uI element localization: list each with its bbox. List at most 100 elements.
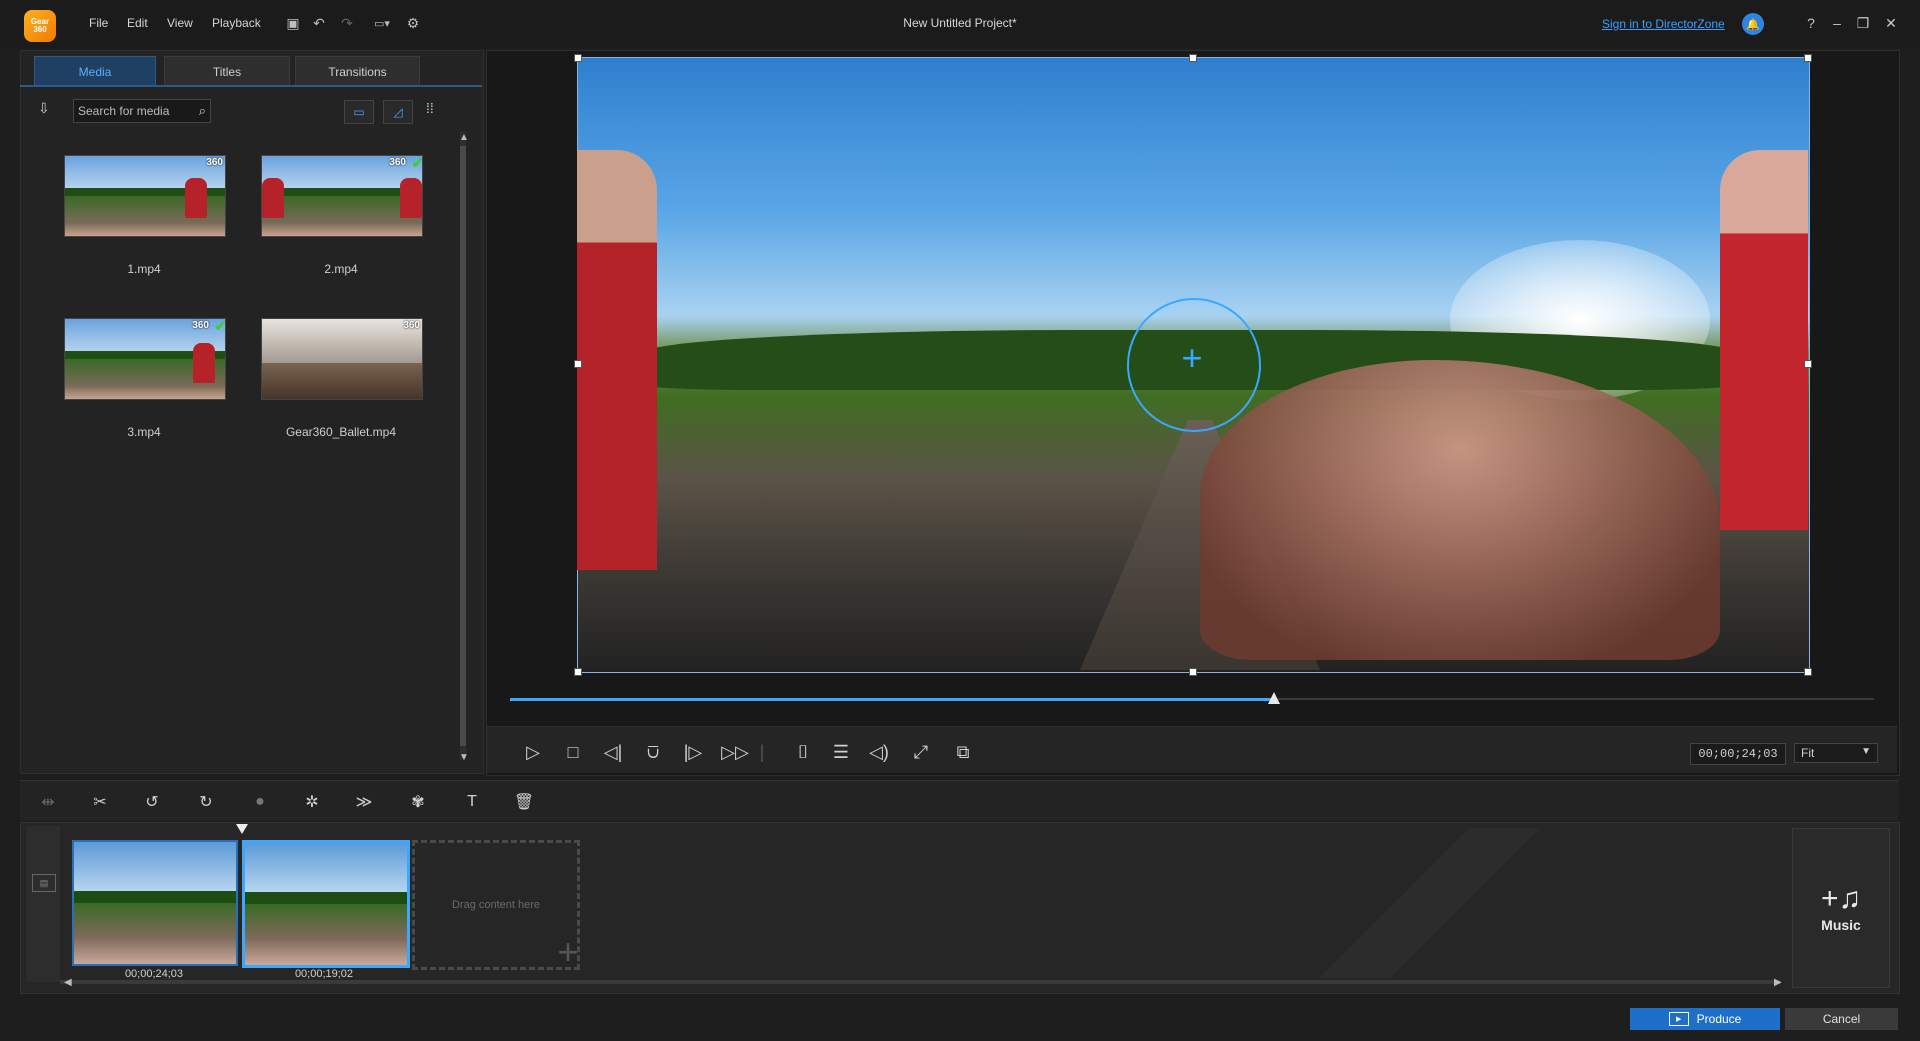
360-badge: 360 [389,157,406,168]
split-tool-icon[interactable]: ⇹ [36,790,60,814]
split-icon[interactable]: ⩂ [640,740,666,764]
resize-handle[interactable] [1804,668,1812,676]
title-icon[interactable]: T [460,790,484,814]
media-name: 2.mp4 [324,262,358,276]
color-icon[interactable]: ● [248,790,272,814]
fast-forward-icon[interactable]: ▷▷ [721,740,749,764]
tab-media[interactable]: Media [34,56,156,86]
rotate-left-icon[interactable]: ↺ [140,790,164,814]
volume-icon[interactable]: ◁) [866,740,892,764]
timecode-display[interactable]: 00;00;24;03 [1690,743,1786,765]
zoom-select[interactable]: Fit ▼ [1794,743,1878,763]
music-note-icon: +♫ [1820,882,1862,915]
seek-handle[interactable] [1268,692,1280,704]
previous-frame-icon[interactable]: ◁| [600,740,626,764]
media-name: 1.mp4 [127,262,161,276]
logo-text: Gear 360 [30,17,50,34]
play-icon[interactable]: ▷ [520,740,546,764]
scroll-left-icon[interactable]: ◀ [64,977,72,988]
chevron-down-icon: ▼ [1861,746,1871,757]
video-filter-icon[interactable]: ▭ [344,100,374,124]
effects-icon[interactable]: ✾ [406,790,430,814]
resize-handle[interactable] [1804,360,1812,368]
search-box: ⌕ [73,99,211,123]
divider: | [759,741,765,762]
scroll-right-icon[interactable]: ▶ [1774,977,1782,988]
tab-transitions[interactable]: Transitions [295,56,420,86]
produce-label: Produce [1696,1012,1742,1026]
snapshot-icon[interactable]: ⌷ [790,740,816,764]
fullscreen-icon[interactable]: ⤢ [908,740,934,764]
clip-duration: 00;00;19;02 [294,968,354,980]
grid-view-icon[interactable]: ⁞⁞ [426,100,434,116]
media-thumbnail-4[interactable]: 360 [261,318,423,400]
360-badge: 360 [206,157,223,168]
crosshair-icon: + [1181,337,1203,378]
app-logo[interactable]: Gear 360 [24,10,56,42]
tab-underline [20,85,482,87]
media-thumbnail-3[interactable]: 360 ✔ [64,318,226,400]
add-music-button[interactable]: +♫ Music [1792,828,1890,988]
minimize-icon[interactable]: – [1826,12,1848,34]
menu-file[interactable]: File [89,16,108,30]
resize-handle[interactable] [1189,668,1197,676]
search-input[interactable] [74,100,186,122]
zoom-value: Fit [1801,746,1815,760]
menu-view[interactable]: View [167,16,193,30]
image-filter-icon[interactable]: ◿ [383,100,413,124]
menu-edit[interactable]: Edit [127,16,148,30]
timeline-scrollbar[interactable] [60,980,1780,984]
timeline-clip-2[interactable] [242,840,410,968]
rotate-right-icon[interactable]: ↻ [194,790,218,814]
timeline-clip-1[interactable] [72,840,238,966]
video-track-icon[interactable]: ▤ [32,874,56,892]
sign-in-link[interactable]: Sign in to DirectorZone [1602,17,1725,31]
tab-titles[interactable]: Titles [164,56,290,86]
resize-handle[interactable] [574,54,582,62]
add-icon: + [557,931,579,972]
search-icon[interactable]: ⌕ [199,103,206,119]
playhead[interactable] [236,824,248,834]
person-right [1720,150,1808,530]
stop-icon[interactable]: □ [560,740,586,764]
produce-icon: ▶ [1668,1012,1689,1026]
checkmark-icon: ✔ [214,318,226,335]
magic-icon[interactable]: ✲ [300,790,324,814]
360-badge: 360 [403,320,420,331]
drop-hint: Drag content here [451,899,541,911]
timeline-background [1150,828,1710,978]
cancel-button[interactable]: Cancel [1785,1008,1898,1030]
undo-icon[interactable]: ↶ [308,12,330,34]
settings-icon[interactable]: ⚙ [402,12,424,34]
resize-handle[interactable] [1804,54,1812,62]
resize-handle[interactable] [574,668,582,676]
close-icon[interactable]: ✕ [1880,12,1902,34]
aspect-ratio-icon[interactable]: ▭▾ [366,12,398,34]
media-thumbnail-1[interactable]: 360 [64,155,226,237]
redo-icon[interactable]: ↷ [336,12,358,34]
delete-icon[interactable]: 🗑 [512,790,536,814]
save-icon[interactable]: ▣ [282,12,304,34]
360-badge: 360 [192,320,209,331]
speed-icon[interactable]: ≫ [352,790,376,814]
track-header [26,826,60,982]
media-thumbnail-2[interactable]: 360 ✔ [261,155,423,237]
scroll-up-icon[interactable]: ▲ [459,132,469,143]
import-media-icon[interactable]: ⇩ [38,100,60,120]
subtitles-icon[interactable]: ☰ [828,740,854,764]
menu-playback[interactable]: Playback [212,16,261,30]
restore-icon[interactable]: ❐ [1852,12,1874,34]
notification-bell-icon[interactable]: 🔔 [1742,13,1764,35]
help-icon[interactable]: ? [1800,12,1822,34]
trim-icon[interactable]: ✂ [88,790,112,814]
clip-duration: 00;00;24;03 [124,968,184,980]
detach-preview-icon[interactable]: ⧉ [950,740,976,764]
music-label: Music [1821,917,1861,933]
resize-handle[interactable] [574,360,582,368]
resize-handle[interactable] [1189,54,1197,62]
next-frame-icon[interactable]: |▷ [680,740,706,764]
media-scrollbar[interactable] [460,132,466,760]
media-name: 3.mp4 [127,425,161,439]
produce-button[interactable]: ▶ Produce [1630,1008,1780,1030]
scroll-down-icon[interactable]: ▼ [459,752,469,763]
